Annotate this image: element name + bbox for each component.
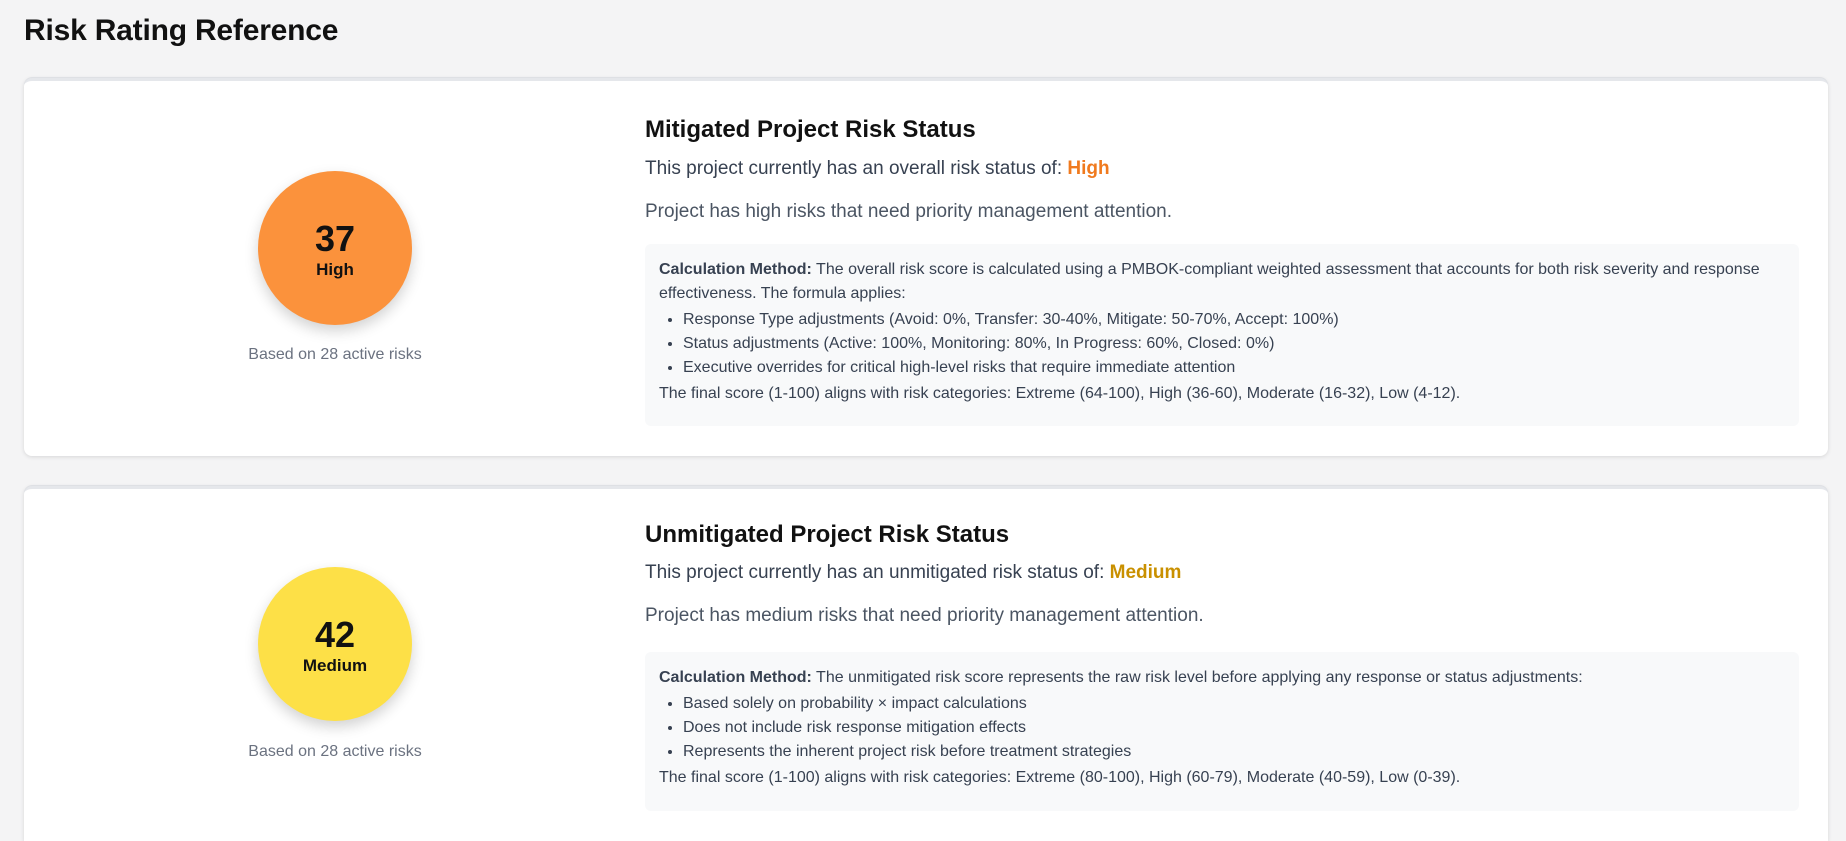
list-item: Represents the inherent project risk bef…	[683, 740, 1785, 764]
mitigated-calc-text: The overall risk score is calculated usi…	[659, 261, 1760, 302]
mitigated-score-value: 37	[314, 218, 356, 259]
unmitigated-section-title: Unmitigated Project Risk Status	[645, 521, 1010, 548]
mitigated-status-value: High	[1067, 158, 1110, 179]
unmitigated-calc-final: The final score (1-100) aligns with risk…	[659, 769, 1461, 786]
mitigated-section-title: Mitigated Project Risk Status	[645, 116, 976, 143]
mitigated-status-prefix: This project currently has an overall ri…	[645, 158, 1063, 179]
unmitigated-calc-label: Calculation Method:	[659, 669, 812, 686]
unmitigated-risk-card: 42 Medium Based on 28 active risks Unmit…	[24, 486, 1828, 841]
mitigated-score-panel: 37 High Based on 28 active risks	[24, 81, 646, 456]
unmitigated-score-value: 42	[314, 614, 356, 655]
list-item: Executive overrides for critical high-le…	[683, 356, 1785, 380]
unmitigated-active-risks-note: Based on 28 active risks	[248, 743, 422, 760]
unmitigated-calc-text: The unmitigated risk score represents th…	[816, 669, 1583, 686]
mitigated-calc-final: The final score (1-100) aligns with risk…	[659, 385, 1461, 402]
mitigated-risk-card: 37 High Based on 28 active risks Mitigat…	[24, 78, 1828, 456]
mitigated-score-level: High	[316, 260, 354, 279]
unmitigated-status-value: Medium	[1109, 562, 1182, 583]
list-item: Response Type adjustments (Avoid: 0%, Tr…	[683, 308, 1785, 332]
unmitigated-status-line: This project currently has an unmitigate…	[645, 562, 1181, 584]
mitigated-calc-lead: Calculation Method: The overall risk sco…	[659, 258, 1785, 306]
risk-rating-page: Risk Rating Reference 37 High Based on 2…	[0, 0, 1846, 841]
unmitigated-score-panel: 42 Medium Based on 28 active risks	[24, 489, 646, 841]
unmitigated-score-level: Medium	[302, 656, 368, 675]
page-title: Risk Rating Reference	[24, 14, 339, 47]
mitigated-calculation-box: Calculation Method: The overall risk sco…	[645, 244, 1799, 426]
list-item: Does not include risk response mitigatio…	[683, 716, 1785, 740]
mitigated-description: Project has high risks that need priorit…	[645, 201, 1173, 222]
mitigated-calc-list: Response Type adjustments (Avoid: 0%, Tr…	[659, 308, 1785, 380]
unmitigated-status-prefix: This project currently has an unmitigate…	[645, 562, 1105, 583]
unmitigated-calculation-box: Calculation Method: The unmitigated risk…	[645, 652, 1799, 811]
unmitigated-description: Project has medium risks that need prior…	[645, 605, 1204, 626]
list-item: Based solely on probability × impact cal…	[683, 692, 1785, 716]
unmitigated-calc-list: Based solely on probability × impact cal…	[659, 692, 1785, 764]
mitigated-calc-label: Calculation Method:	[659, 261, 812, 278]
unmitigated-score-badge: 42 Medium	[258, 567, 412, 721]
list-item: Status adjustments (Active: 100%, Monito…	[683, 332, 1785, 356]
unmitigated-calc-lead: Calculation Method: The unmitigated risk…	[659, 666, 1785, 690]
mitigated-score-badge: 37 High	[258, 171, 412, 325]
mitigated-status-line: This project currently has an overall ri…	[645, 158, 1110, 180]
mitigated-active-risks-note: Based on 28 active risks	[248, 346, 422, 363]
